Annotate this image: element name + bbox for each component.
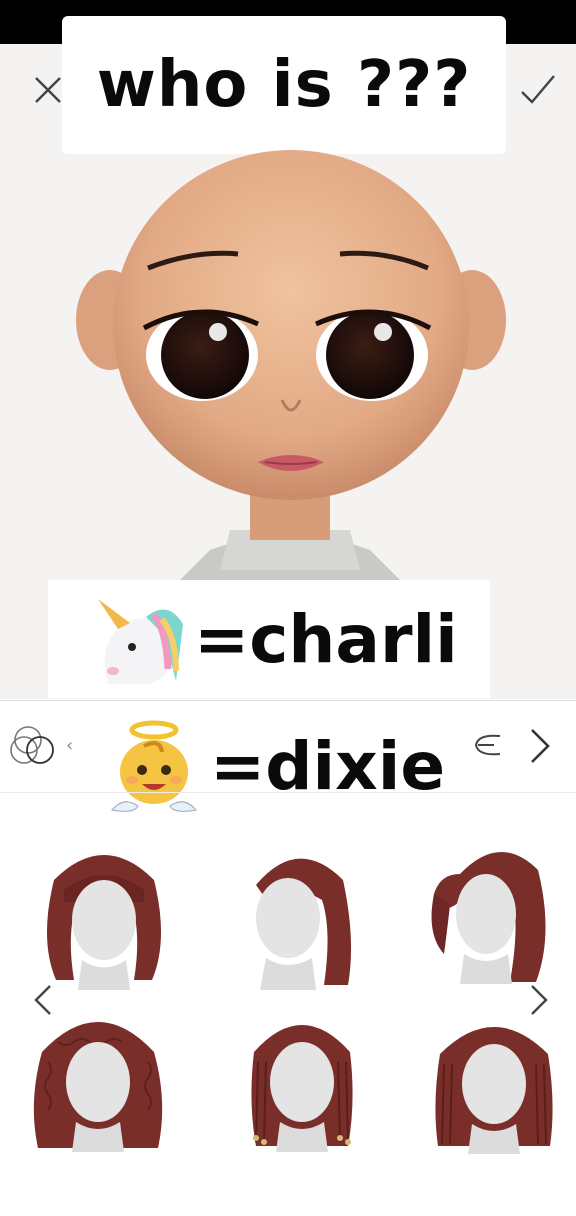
caption-charli: =charli: [48, 580, 490, 698]
hair-option[interactable]: [420, 834, 560, 984]
chevron-right-icon[interactable]: [524, 724, 554, 768]
divider: [0, 792, 576, 793]
hair-option[interactable]: [228, 840, 368, 990]
unicorn-emoji: [88, 589, 188, 689]
check-icon[interactable]: [518, 70, 558, 110]
baby-angel-emoji: [104, 716, 204, 816]
avatar-face: [60, 150, 520, 580]
hair-option[interactable]: [232, 1002, 372, 1152]
ear-icon[interactable]: [472, 730, 504, 760]
hair-option[interactable]: [424, 1004, 564, 1154]
hair-option[interactable]: [28, 1002, 168, 1152]
caption-text: =charli: [194, 600, 458, 678]
caption-dixie: =dixie: [78, 710, 462, 822]
title-text: who is ???: [96, 48, 472, 122]
layers-icon[interactable]: [8, 720, 64, 770]
divider: [0, 700, 576, 701]
title-overlay: who is ???: [62, 16, 506, 154]
hair-option[interactable]: [34, 840, 174, 990]
